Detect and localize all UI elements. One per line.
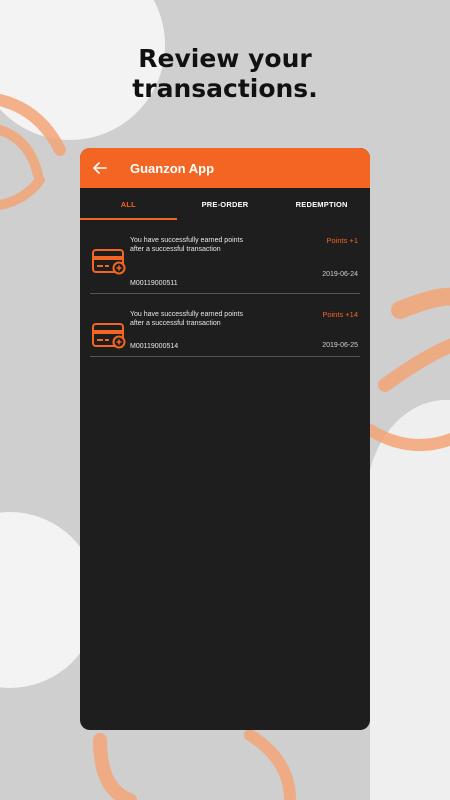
transaction-points: Points +1 xyxy=(326,236,358,245)
transaction-reference: M00119000511 xyxy=(130,280,178,287)
transaction-row[interactable]: You have successfully earned points afte… xyxy=(90,294,360,357)
tab-bar: ALL PRE-ORDER REDEMPTION xyxy=(80,188,370,220)
transaction-reference: M00119000514 xyxy=(130,343,179,350)
app-bar: Guanzon App xyxy=(80,148,370,188)
bg-swoosh-bottom xyxy=(93,729,296,800)
tab-redemption[interactable]: REDEMPTION xyxy=(273,188,370,220)
arrow-left-icon[interactable] xyxy=(92,160,108,176)
app-screen: Guanzon App ALL PRE-ORDER REDEMPTION You… xyxy=(80,148,370,730)
transaction-description: You have successfully earned points afte… xyxy=(130,311,243,327)
headline-line-1: Review your xyxy=(138,44,312,73)
tab-pre-order[interactable]: PRE-ORDER xyxy=(177,188,274,220)
tab-all[interactable]: ALL xyxy=(80,188,177,220)
transaction-description: You have successfully earned points afte… xyxy=(130,237,243,253)
credit-card-icon xyxy=(92,249,126,275)
transaction-row[interactable]: You have successfully earned points afte… xyxy=(90,220,360,294)
transaction-body: You have successfully earned points afte… xyxy=(130,236,358,287)
credit-card-icon xyxy=(92,323,126,349)
headline-line-2: transactions. xyxy=(132,74,318,103)
transaction-body: You have successfully earned points afte… xyxy=(130,310,358,350)
headline: Review your transactions. xyxy=(0,44,450,104)
transaction-points: Points +14 xyxy=(322,310,358,319)
transaction-list: You have successfully earned points afte… xyxy=(80,220,370,357)
transaction-date: 2019-06-24 xyxy=(322,271,358,278)
app-title: Guanzon App xyxy=(130,160,215,176)
bg-half-circle-right xyxy=(370,399,450,800)
transaction-date: 2019-06-25 xyxy=(322,342,358,349)
